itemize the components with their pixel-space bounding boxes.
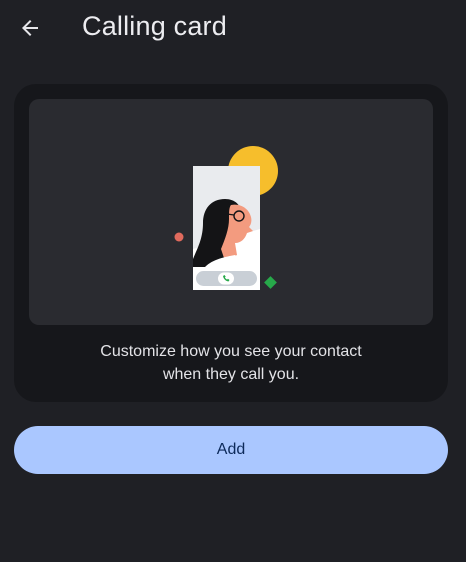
- red-dot: [174, 232, 184, 242]
- woman-on-call-illustration: [174, 146, 278, 290]
- back-button[interactable]: [14, 12, 46, 44]
- arrow-left-icon: [22, 20, 38, 36]
- app-bar: Calling card: [0, 0, 466, 56]
- calling-card-panel: Customize how you see your contact when …: [14, 84, 448, 402]
- description-line-1: Customize how you see your contact: [100, 343, 362, 360]
- illustration-container: [29, 99, 433, 325]
- card-description: Customize how you see your contact when …: [14, 340, 448, 386]
- add-button[interactable]: Add: [14, 426, 448, 474]
- page-title: Calling card: [82, 11, 227, 41]
- description-line-2: when they call you.: [162, 366, 300, 383]
- green-diamond: [264, 276, 277, 289]
